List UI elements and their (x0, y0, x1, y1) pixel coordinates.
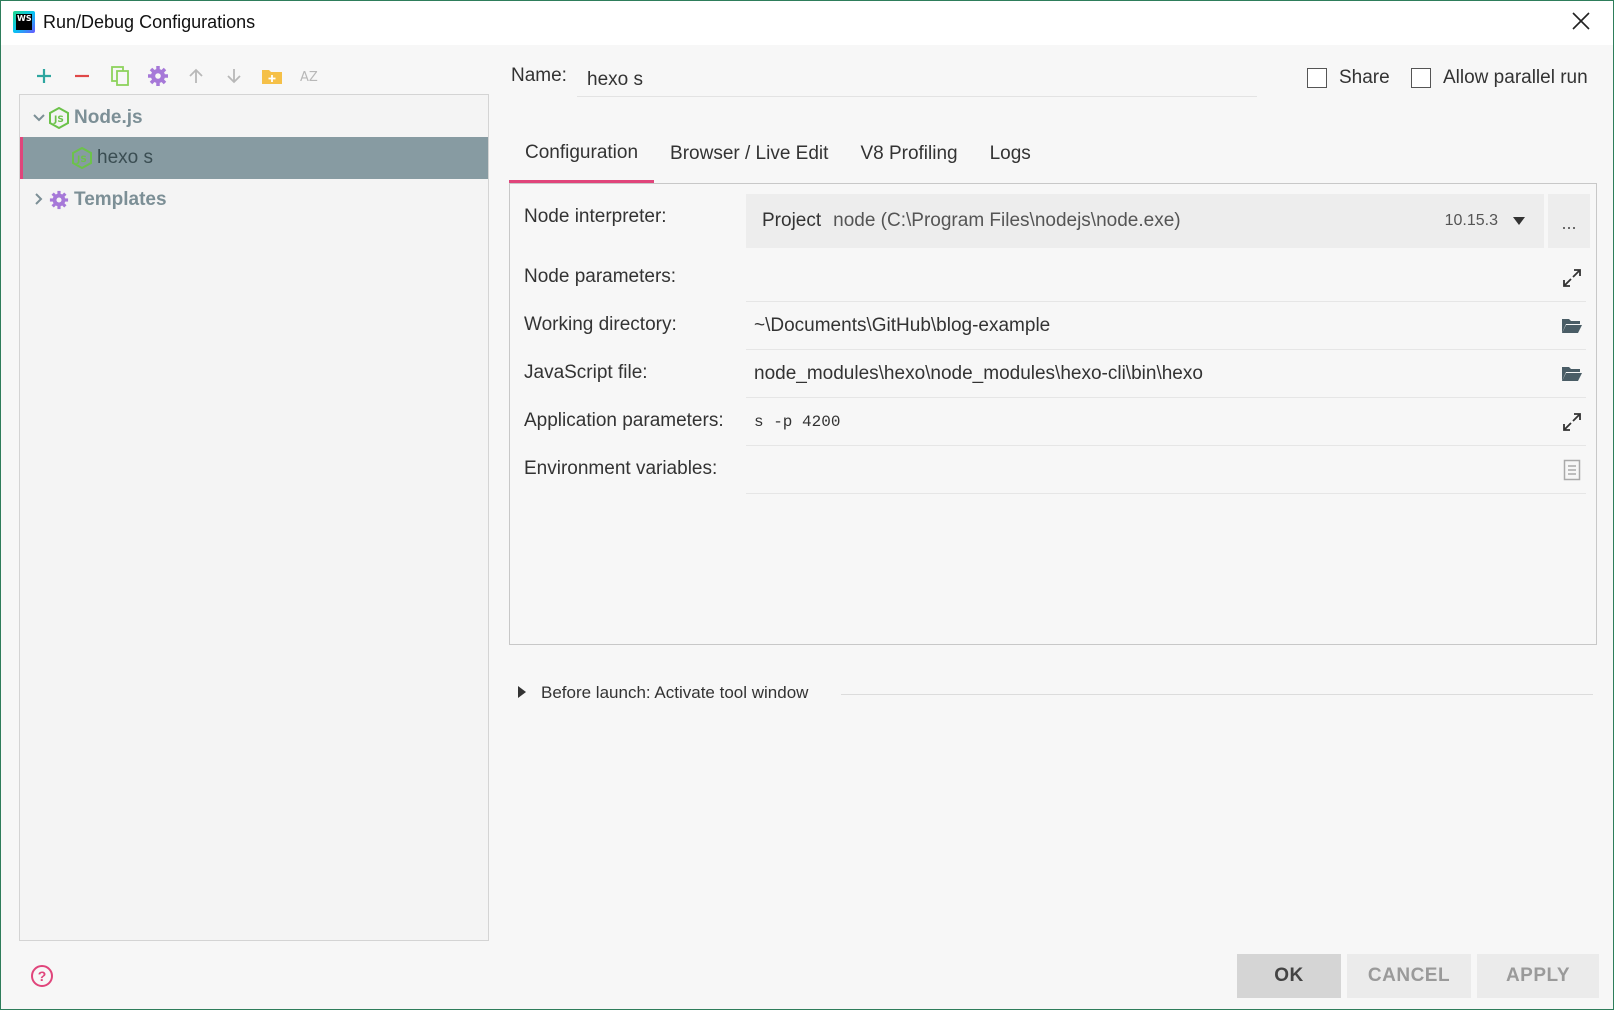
application-parameters-input[interactable]: s -p 4200 (746, 398, 1586, 446)
environment-variables-row: Environment variables: (510, 446, 1596, 494)
interpreter-kind: Project (762, 210, 822, 231)
webstorm-icon: WS (13, 11, 35, 33)
tab-configuration[interactable]: Configuration (509, 125, 655, 183)
javascript-file-row: JavaScript file: node_modules\hexo\node_… (510, 350, 1596, 398)
document-icon (1563, 459, 1581, 481)
browse-jsfile-button[interactable] (1560, 362, 1584, 386)
checkbox-box (1307, 68, 1327, 88)
name-input[interactable] (577, 63, 1257, 97)
working-directory-label: Working directory: (524, 314, 677, 335)
share-checkbox[interactable]: Share (1307, 67, 1390, 89)
working-directory-input[interactable]: ~\Documents\GitHub\blog-example (746, 302, 1586, 350)
tab-v8-profiling[interactable]: V8 Profiling (844, 125, 973, 183)
copy-icon (111, 66, 129, 86)
javascript-file-input[interactable]: node_modules\hexo\node_modules\hexo-cli\… (746, 350, 1586, 398)
remove-icon (75, 74, 89, 78)
app-icon-text: WS (16, 14, 32, 30)
application-parameters-label: Application parameters: (524, 410, 724, 431)
move-down-button[interactable] (215, 61, 253, 91)
nodejs-icon: JS (71, 147, 93, 169)
tree-group-label: Node.js (74, 107, 143, 128)
add-icon (37, 69, 51, 83)
svg-text:JS: JS (53, 115, 64, 125)
close-button[interactable] (1567, 9, 1595, 37)
node-interpreter-row: Node interpreter: Project node (C:\Progr… (510, 184, 1596, 254)
ok-button[interactable]: OK (1237, 954, 1341, 998)
help-icon[interactable]: ? (31, 965, 53, 987)
folder-icon (1562, 319, 1582, 333)
chevron-right-icon (30, 192, 48, 209)
javascript-file-label: JavaScript file: (524, 362, 648, 383)
sort-az-button[interactable]: AZ (291, 61, 329, 91)
environment-variables-input[interactable] (746, 446, 1586, 494)
configuration-panel: Node interpreter: Project node (C:\Progr… (509, 183, 1597, 645)
expand-node-params-button[interactable] (1560, 266, 1584, 290)
before-launch-label: Before launch: Activate tool window (541, 683, 809, 702)
tab-browser-live-edit[interactable]: Browser / Live Edit (654, 125, 844, 183)
gear-icon (48, 189, 70, 211)
edit-defaults-button[interactable] (139, 61, 177, 91)
svg-text:AZ: AZ (300, 70, 318, 85)
tree-templates-label: Templates (74, 189, 167, 210)
folder-add-button[interactable] (253, 61, 291, 91)
before-launch-divider (841, 694, 1593, 695)
before-launch-toggle[interactable]: Before launch: Activate tool window (517, 683, 808, 703)
close-icon (1572, 12, 1590, 30)
move-up-button[interactable] (177, 61, 215, 91)
interpreter-path: node (C:\Program Files\nodejs\node.exe) (833, 210, 1181, 231)
arrow-down-icon (227, 69, 241, 84)
application-parameters-row: Application parameters: s -p 4200 (510, 398, 1596, 446)
copy-button[interactable] (101, 61, 139, 91)
working-directory-row: Working directory: ~\Documents\GitHub\bl… (510, 302, 1596, 350)
nodejs-icon: JS (48, 107, 70, 129)
node-interpreter-label: Node interpreter: (524, 206, 667, 227)
edit-env-vars-button[interactable] (1560, 458, 1584, 482)
expand-icon (1563, 269, 1581, 287)
tree-item-label: hexo s (97, 147, 153, 168)
node-parameters-input[interactable] (746, 254, 1586, 302)
interpreter-version: 10.15.3 (1444, 212, 1498, 229)
arrow-up-icon (189, 68, 203, 83)
allow-parallel-label: Allow parallel run (1443, 67, 1588, 88)
environment-variables-label: Environment variables: (524, 458, 718, 479)
checkbox-box (1411, 68, 1431, 88)
cancel-button[interactable]: CANCEL (1347, 954, 1471, 998)
apply-button[interactable]: APPLY (1477, 954, 1599, 998)
node-parameters-label: Node parameters: (524, 266, 677, 287)
triangle-right-icon (517, 685, 527, 701)
config-tabs: Configuration Browser / Live Edit V8 Pro… (509, 125, 1047, 183)
share-label: Share (1339, 67, 1390, 88)
add-button[interactable] (25, 61, 63, 91)
run-debug-dialog: WS Run/Debug Configurations AZ JS Node.j… (0, 0, 1614, 1010)
tree-group-templates[interactable]: Templates (20, 179, 488, 221)
interpreter-browse-button[interactable]: ... (1548, 194, 1590, 248)
title-bar: WS Run/Debug Configurations (1, 1, 1613, 45)
tree-toolbar: AZ (25, 61, 329, 91)
node-interpreter-select[interactable]: Project node (C:\Program Files\nodejs\no… (746, 194, 1544, 248)
remove-button[interactable] (63, 61, 101, 91)
dropdown-arrow-icon (1512, 213, 1526, 229)
expand-app-params-button[interactable] (1560, 410, 1584, 434)
folder-add-icon (262, 70, 282, 84)
chevron-down-icon (30, 110, 48, 126)
name-label: Name: (511, 65, 567, 86)
browse-workdir-button[interactable] (1560, 314, 1584, 338)
expand-icon (1563, 413, 1581, 431)
tree-group-nodejs[interactable]: JS Node.js (20, 97, 488, 139)
window-title: Run/Debug Configurations (43, 12, 256, 32)
tree-item-hexo-s[interactable]: JS hexo s (20, 137, 488, 179)
name-row: Name: (511, 65, 567, 87)
svg-text:JS: JS (76, 155, 87, 165)
node-parameters-row: Node parameters: (510, 254, 1596, 302)
allow-parallel-checkbox[interactable]: Allow parallel run (1411, 67, 1588, 89)
config-tree: JS Node.js JS hexo s Templates (19, 94, 489, 941)
sort-az-icon: AZ (300, 70, 318, 85)
folder-icon (1562, 367, 1582, 381)
gear-icon (148, 66, 168, 86)
tab-logs[interactable]: Logs (974, 125, 1047, 183)
